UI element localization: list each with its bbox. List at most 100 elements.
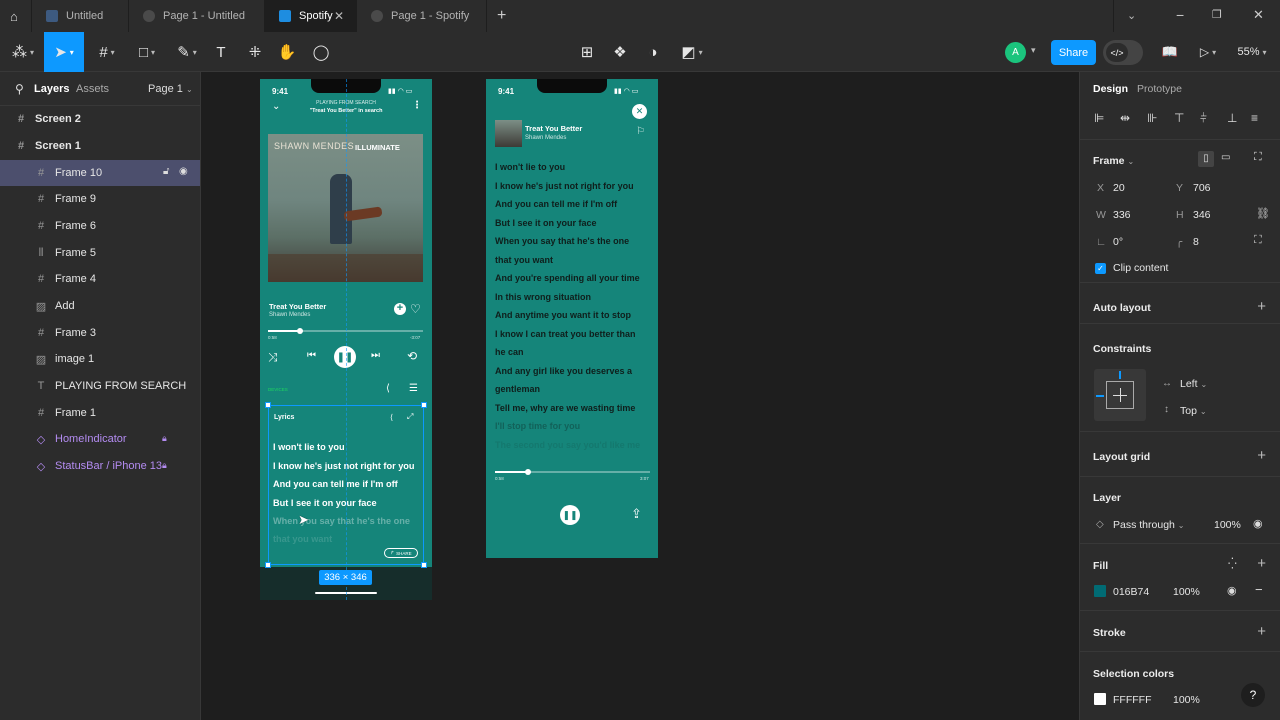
- layer-row[interactable]: # Frame 10 🔓︎ ◉: [0, 160, 200, 186]
- main-menu-button[interactable]: ⁂ ▾: [4, 32, 42, 72]
- eye-icon[interactable]: ◉: [1227, 584, 1237, 597]
- tab-layers[interactable]: Layers: [34, 83, 69, 95]
- screen-2-frame[interactable]: 9:41 ▮▮ ◠ ▭ ✕ Treat You Better Shawn Men…: [486, 79, 658, 558]
- chevron-down-icon[interactable]: ⌄: [272, 101, 280, 112]
- layer-row[interactable]: # Frame 6: [0, 213, 200, 239]
- fill-opacity-input[interactable]: 100%: [1173, 586, 1200, 598]
- align-right-icon[interactable]: ⊪: [1147, 111, 1157, 125]
- component-tool[interactable]: ❖: [607, 32, 633, 72]
- skip-back-icon[interactable]: ⏮︎: [307, 351, 316, 361]
- progress-thumb[interactable]: [297, 328, 303, 334]
- constraint-left-active[interactable]: [1096, 395, 1104, 397]
- vertical-constraint-select[interactable]: Top ⌄: [1180, 405, 1207, 417]
- share-up-icon[interactable]: ⇪: [631, 506, 642, 522]
- fill-hex-input[interactable]: 016B74: [1113, 586, 1149, 598]
- share-button[interactable]: Share: [1051, 40, 1096, 65]
- resize-handle[interactable]: [265, 402, 271, 408]
- queue-icon[interactable]: ☰: [409, 384, 418, 394]
- resources-tool[interactable]: ⁜: [242, 32, 268, 72]
- tab-design[interactable]: Design: [1093, 83, 1128, 95]
- library-button[interactable]: 📖: [1157, 32, 1183, 72]
- add-auto-layout-icon[interactable]: +: [1257, 298, 1266, 315]
- home-button[interactable]: ⌂: [0, 0, 32, 32]
- remove-fill-icon[interactable]: −: [1255, 582, 1263, 597]
- new-tab-button[interactable]: +: [487, 0, 519, 32]
- constrain-proportions-icon[interactable]: ⛓︎: [1256, 207, 1270, 220]
- help-button[interactable]: ?: [1241, 683, 1265, 707]
- share-icon[interactable]: ⟨: [386, 384, 390, 394]
- layer-row[interactable]: ⦀ Frame 5: [0, 240, 200, 266]
- eye-icon[interactable]: ◉: [1253, 517, 1263, 530]
- align-left-icon[interactable]: ⊫: [1094, 111, 1104, 125]
- layer-row[interactable]: ◇ StatusBar / iPhone 13 🔒︎: [0, 453, 200, 479]
- lock-icon[interactable]: 🔒︎: [162, 433, 167, 444]
- resize-handle[interactable]: [421, 402, 427, 408]
- layer-row[interactable]: ▨ Add: [0, 293, 200, 319]
- selection-color-swatch[interactable]: [1094, 693, 1106, 705]
- boolean-tool[interactable]: ◩ ▾: [674, 32, 710, 72]
- chevron-down-icon[interactable]: ⌄: [1127, 9, 1136, 22]
- layer-row[interactable]: # Frame 1: [0, 400, 200, 426]
- close-icon[interactable]: ✕: [334, 9, 344, 23]
- close-button[interactable]: ✕: [632, 104, 647, 119]
- layer-row[interactable]: # Frame 3: [0, 320, 200, 346]
- canvas[interactable]: 9:41 ▮▮ ◠ ▭ ⌄ PLAYING FROM SEARCH "Treat…: [201, 72, 1079, 720]
- radius-input[interactable]: 8: [1193, 236, 1199, 248]
- restore-icon[interactable]: ❐: [1212, 8, 1222, 21]
- y-input[interactable]: 706: [1193, 182, 1211, 194]
- tab-assets[interactable]: Assets: [76, 83, 109, 95]
- tab-prototype[interactable]: Prototype: [1137, 83, 1182, 95]
- independent-corners-icon[interactable]: ⛶: [1254, 234, 1262, 247]
- layer-row[interactable]: T PLAYING FROM SEARCH: [0, 373, 200, 399]
- window-close-icon[interactable]: ✕: [1253, 7, 1264, 23]
- text-tool[interactable]: T: [208, 32, 234, 72]
- clip-content-checkbox[interactable]: ✓: [1095, 263, 1106, 274]
- shape-tool[interactable]: □ ▾: [128, 32, 166, 72]
- layer-row[interactable]: # Frame 4: [0, 266, 200, 292]
- layer-row[interactable]: # Screen 2: [0, 106, 200, 132]
- lock-icon[interactable]: 🔒︎: [162, 460, 167, 471]
- constraint-top-active[interactable]: [1119, 371, 1121, 379]
- constraint-widget[interactable]: [1094, 369, 1146, 421]
- dev-mode-toggle[interactable]: </>: [1103, 40, 1143, 65]
- distribute-icon[interactable]: ≡: [1251, 111, 1258, 125]
- search-icon[interactable]: ⚲: [15, 82, 24, 96]
- avatar[interactable]: A: [1005, 42, 1026, 63]
- pen-tool[interactable]: ✎ ▾: [168, 32, 206, 72]
- style-grid-icon[interactable]: ⁛: [1228, 557, 1237, 570]
- resize-handle[interactable]: [421, 562, 427, 568]
- height-input[interactable]: 346: [1193, 209, 1211, 221]
- progress-thumb[interactable]: [525, 469, 531, 475]
- portrait-icon[interactable]: ▯: [1198, 151, 1214, 167]
- eye-icon[interactable]: ◉: [179, 166, 188, 177]
- move-tool[interactable]: ➤ ▾: [44, 32, 84, 72]
- frame-dropdown[interactable]: Frame ⌄: [1093, 155, 1134, 167]
- layer-row[interactable]: ◇ HomeIndicator 🔒︎: [0, 426, 200, 452]
- resize-handle[interactable]: [265, 562, 271, 568]
- pause-button[interactable]: ❚❚: [560, 505, 580, 525]
- more-vertical-icon[interactable]: ⋮: [412, 100, 422, 111]
- layer-row[interactable]: # Screen 1: [0, 133, 200, 159]
- align-top-icon[interactable]: ⊤: [1174, 111, 1184, 125]
- layer-row[interactable]: # Frame 9: [0, 186, 200, 212]
- pause-button[interactable]: ❚❚: [334, 346, 356, 368]
- zoom-menu[interactable]: 55% ▾: [1230, 32, 1274, 72]
- fill-swatch[interactable]: [1094, 585, 1106, 597]
- minimize-icon[interactable]: −: [1176, 7, 1184, 23]
- repeat-icon[interactable]: ⟲: [407, 350, 417, 362]
- grid-tool[interactable]: ⊞: [574, 32, 600, 72]
- selection-color-opacity[interactable]: 100%: [1173, 694, 1200, 706]
- skip-forward-icon[interactable]: ⏭︎: [371, 351, 380, 361]
- mask-tool[interactable]: ◑: [640, 32, 666, 72]
- hand-tool[interactable]: ✋: [274, 32, 300, 72]
- tab-page1-untitled[interactable]: Page 1 - Untitled: [129, 0, 265, 32]
- flag-icon[interactable]: ⚐: [636, 126, 645, 137]
- width-input[interactable]: 336: [1113, 209, 1131, 221]
- heart-icon[interactable]: ♡: [410, 302, 421, 316]
- comment-tool[interactable]: ◯: [308, 32, 334, 72]
- resize-to-fit-icon[interactable]: ⛶: [1254, 151, 1262, 164]
- align-bottom-icon[interactable]: ⊥: [1227, 111, 1237, 125]
- present-button[interactable]: ▷ ▾: [1194, 32, 1222, 72]
- align-center-h-icon[interactable]: ⇹: [1120, 111, 1130, 125]
- add-layout-grid-icon[interactable]: +: [1257, 447, 1266, 464]
